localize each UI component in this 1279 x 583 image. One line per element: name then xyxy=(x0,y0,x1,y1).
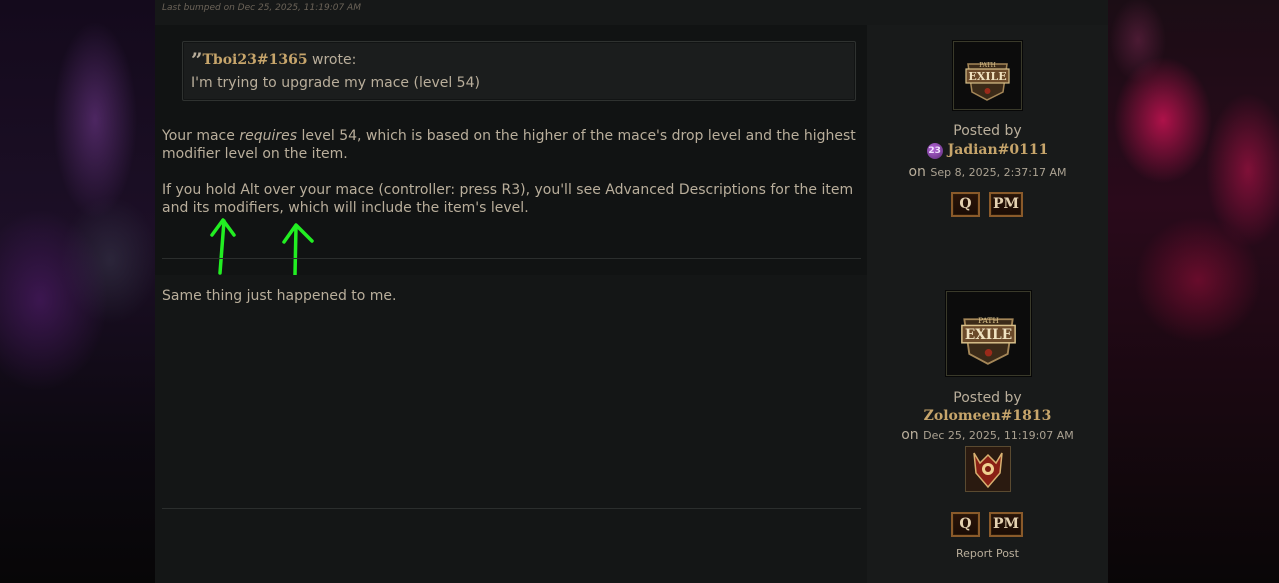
demon-crest-icon[interactable] xyxy=(965,446,1011,492)
author-name-link[interactable]: Zolomeen#1813 xyxy=(867,408,1108,424)
quote-button[interactable]: Q xyxy=(951,512,980,537)
report-post-link[interactable]: Report Post xyxy=(867,547,1108,560)
quote-text: I'm trying to upgrade my mace (level 54) xyxy=(191,75,480,91)
avatar[interactable]: EXILE PATH xyxy=(953,41,1022,110)
post-paragraph: If you hold Alt over your mace (controll… xyxy=(162,182,854,216)
avatar[interactable]: EXILE PATH xyxy=(946,291,1031,376)
pm-button[interactable]: PM xyxy=(989,512,1023,537)
svg-text:PATH: PATH xyxy=(978,316,999,325)
post-paragraph: Your mace requires level 54, which is ba… xyxy=(162,127,862,163)
post-timestamp: Dec 25, 2025, 11:19:07 AM xyxy=(923,429,1074,442)
svg-text:EXILE: EXILE xyxy=(968,70,1006,83)
forum-post: Same thing just happened to me. EXILE PA… xyxy=(155,275,1108,583)
left-background-art xyxy=(0,0,155,583)
quote-header: ”Tboi23#1365 wrote: xyxy=(191,48,356,72)
path-of-exile-logo-icon: EXILE PATH xyxy=(947,292,1030,375)
forum-post: ”Tboi23#1365 wrote: I'm trying to upgrad… xyxy=(155,25,1108,277)
post-content: Same thing just happened to me. xyxy=(162,287,862,305)
date-prefix: on xyxy=(901,427,919,443)
quote-block: ”Tboi23#1365 wrote: I'm trying to upgrad… xyxy=(182,41,856,101)
author-name-link[interactable]: Jadian#0111 xyxy=(948,142,1049,158)
achievement-badge-art xyxy=(966,447,1010,491)
thread-meta-bar: Last bumped on Dec 25, 2025, 11:19:07 AM xyxy=(155,0,1108,25)
level-badge: 23 xyxy=(926,143,943,159)
green-arrow-annotation-icon xyxy=(282,223,314,277)
quote-button[interactable]: Q xyxy=(951,192,980,217)
pm-button[interactable]: PM xyxy=(989,192,1023,217)
post-paragraph: Same thing just happened to me. xyxy=(162,288,397,304)
post-date: on Dec 25, 2025, 11:19:07 AM xyxy=(867,427,1108,443)
posted-by-label: Posted by xyxy=(953,123,1022,139)
path-of-exile-logo-icon: EXILE PATH xyxy=(954,42,1021,109)
forum-thread: Last bumped on Dec 25, 2025, 11:19:07 AM… xyxy=(155,0,1108,583)
svg-text:EXILE: EXILE xyxy=(965,327,1012,343)
date-prefix: on xyxy=(908,164,926,180)
post-divider xyxy=(162,508,861,509)
post-content: Your mace requires level 54, which is ba… xyxy=(162,127,862,217)
post-divider xyxy=(162,258,861,259)
post-emphasis: requires xyxy=(239,128,298,144)
quote-wrote-label: wrote: xyxy=(307,52,357,68)
green-arrow-annotation-icon xyxy=(210,218,236,275)
quote-author-link[interactable]: Tboi23#1365 xyxy=(203,52,308,68)
quote-mark-icon: ” xyxy=(191,48,203,72)
svg-text:PATH: PATH xyxy=(979,62,996,69)
right-background-art xyxy=(1108,0,1279,583)
post-text: Your mace xyxy=(162,128,240,144)
last-bumped-text: Last bumped on Dec 25, 2025, 11:19:07 AM xyxy=(162,3,361,13)
post-date: on Sep 8, 2025, 2:37:17 AM xyxy=(867,164,1108,180)
post-timestamp: Sep 8, 2025, 2:37:17 AM xyxy=(930,166,1067,179)
post-author: 23 Jadian#0111 xyxy=(867,142,1108,159)
posted-by-label: Posted by xyxy=(953,390,1022,406)
